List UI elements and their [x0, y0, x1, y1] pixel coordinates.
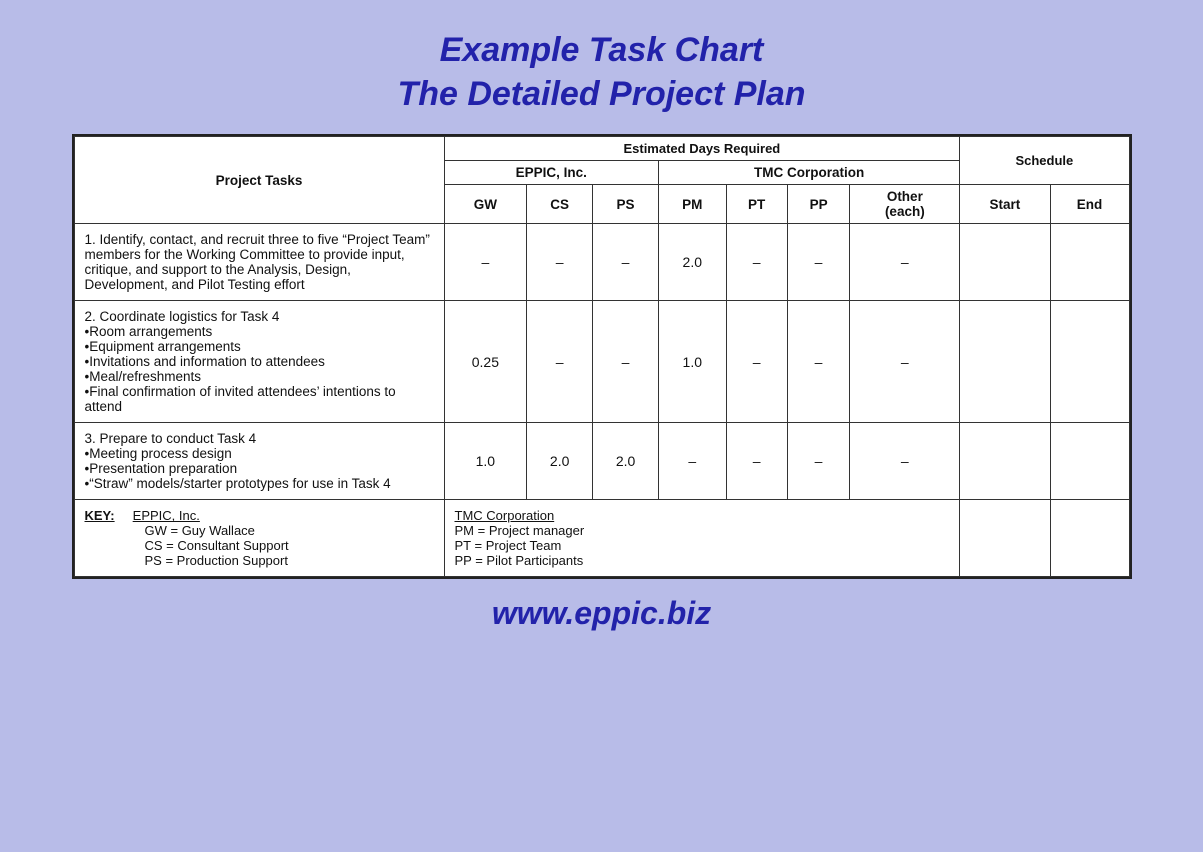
header-other-label: Other [887, 189, 923, 204]
cell-ps-0: – [593, 224, 659, 301]
key-cell-start [960, 500, 1050, 577]
cell-end-2 [1050, 423, 1129, 500]
task-cell-1: 2. Coordinate logistics for Task 4•Room … [74, 301, 444, 423]
cell-other-2: – [850, 423, 960, 500]
cell-pt-1: – [726, 301, 787, 423]
key-cell-left: KEY: EPPIC, Inc.GW = Guy WallaceCS = Con… [74, 500, 444, 577]
cell-pm-2: – [659, 423, 727, 500]
cell-ps-1: – [593, 301, 659, 423]
footer-url: www.eppic.biz [492, 595, 711, 632]
header-other-sub: (each) [885, 204, 925, 219]
header-pt: PT [726, 185, 787, 224]
header-ps: PS [593, 185, 659, 224]
header-estimated-days: Estimated Days Required [444, 137, 960, 161]
title-line2: The Detailed Project Plan [397, 72, 805, 116]
header-cs: CS [527, 185, 593, 224]
cell-pp-1: – [787, 301, 850, 423]
cell-gw-2: 1.0 [444, 423, 527, 500]
cell-end-1 [1050, 301, 1129, 423]
cell-pm-0: 2.0 [659, 224, 727, 301]
cell-pp-2: – [787, 423, 850, 500]
table-wrapper: Project Tasks Estimated Days Required Sc… [72, 134, 1132, 579]
task-chart-table: Project Tasks Estimated Days Required Sc… [74, 136, 1130, 577]
task-cell-2: 3. Prepare to conduct Task 4•Meeting pro… [74, 423, 444, 500]
cell-end-0 [1050, 224, 1129, 301]
header-tmc-corp: TMC Corporation [659, 161, 960, 185]
cell-pt-0: – [726, 224, 787, 301]
header-start: Start [960, 185, 1050, 224]
table-row: 1. Identify, contact, and recruit three … [74, 224, 1129, 301]
cell-start-0 [960, 224, 1050, 301]
header-project-tasks: Project Tasks [74, 137, 444, 224]
key-cell-end [1050, 500, 1129, 577]
title-line1: Example Task Chart [397, 28, 805, 72]
cell-cs-1: – [527, 301, 593, 423]
cell-other-0: – [850, 224, 960, 301]
task-cell-0: 1. Identify, contact, and recruit three … [74, 224, 444, 301]
cell-other-1: – [850, 301, 960, 423]
cell-start-1 [960, 301, 1050, 423]
cell-gw-0: – [444, 224, 527, 301]
cell-start-2 [960, 423, 1050, 500]
cell-gw-1: 0.25 [444, 301, 527, 423]
key-row: KEY: EPPIC, Inc.GW = Guy WallaceCS = Con… [74, 500, 1129, 577]
cell-cs-0: – [527, 224, 593, 301]
cell-pp-0: – [787, 224, 850, 301]
header-schedule: Schedule [960, 137, 1129, 185]
header-other: Other (each) [850, 185, 960, 224]
header-gw: GW [444, 185, 527, 224]
header-pm: PM [659, 185, 727, 224]
key-cell-tmc: TMC CorporationPM = Project managerPT = … [444, 500, 960, 577]
cell-cs-2: 2.0 [527, 423, 593, 500]
page-title: Example Task Chart The Detailed Project … [397, 28, 805, 116]
header-eppic-inc: EPPIC, Inc. [444, 161, 659, 185]
table-row: 2. Coordinate logistics for Task 4•Room … [74, 301, 1129, 423]
cell-ps-2: 2.0 [593, 423, 659, 500]
header-pp: PP [787, 185, 850, 224]
cell-pt-2: – [726, 423, 787, 500]
cell-pm-1: 1.0 [659, 301, 727, 423]
table-row: 3. Prepare to conduct Task 4•Meeting pro… [74, 423, 1129, 500]
header-end: End [1050, 185, 1129, 224]
